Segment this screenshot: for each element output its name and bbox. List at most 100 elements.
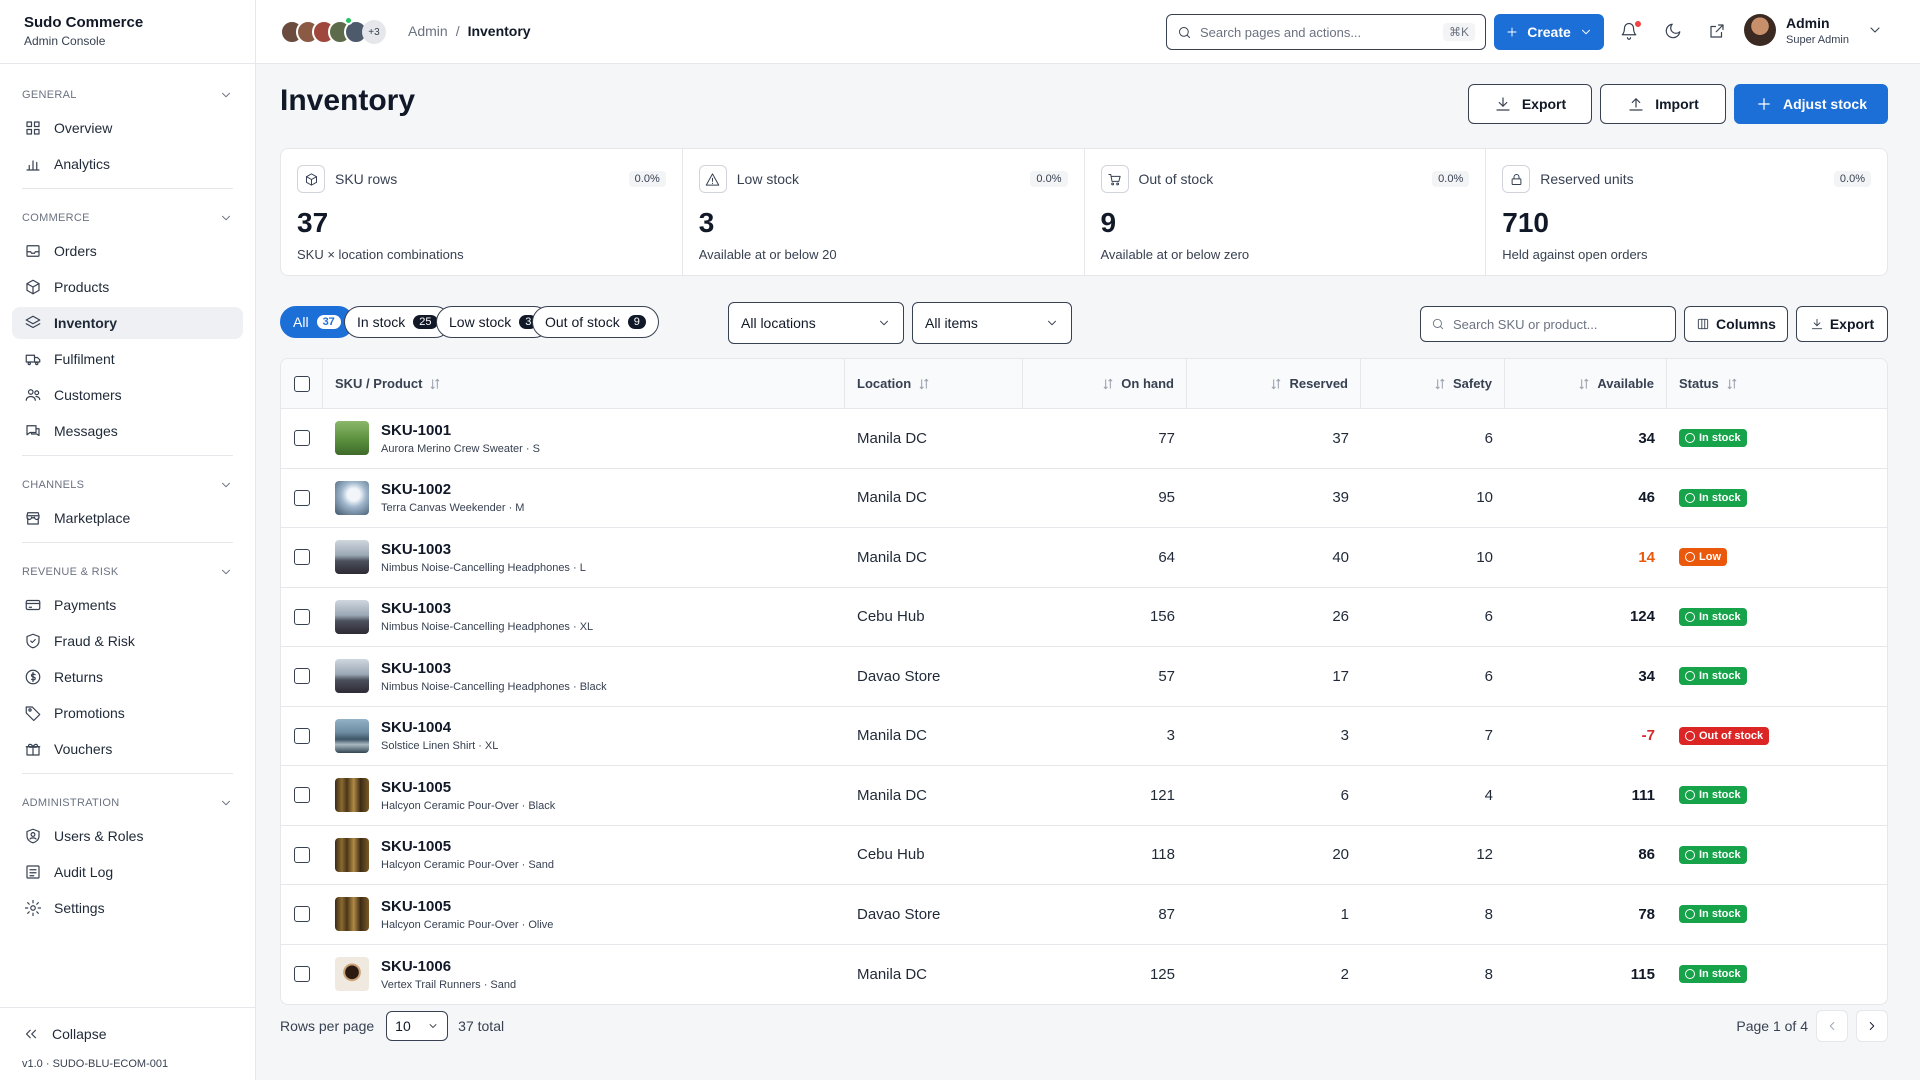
header-safety[interactable]: Safety (1361, 359, 1505, 408)
store-icon (26, 512, 40, 525)
nav-section-header[interactable]: GENERAL (12, 80, 243, 110)
sidebar-item-fraud-risk[interactable]: Fraud & Risk (12, 625, 243, 657)
sidebar-item-overview[interactable]: Overview (12, 112, 243, 144)
nav-section-header[interactable]: COMMERCE (12, 203, 243, 233)
header-on-hand[interactable]: On hand (1023, 359, 1187, 408)
moon-icon[interactable] (1664, 22, 1682, 40)
table-row[interactable]: SKU-1004 Solstice Linen Shirt · XL Manil… (281, 707, 1887, 766)
stat-label: Reserved units (1540, 171, 1634, 187)
items-select[interactable]: All items (912, 302, 1072, 344)
columns-button[interactable]: Columns (1684, 306, 1788, 342)
status-cell: Out of stock (1667, 707, 1887, 766)
row-checkbox[interactable] (294, 846, 310, 863)
row-checkbox[interactable] (294, 668, 310, 685)
filter-chip-out-of-stock[interactable]: Out of stock 9 (532, 306, 659, 338)
sku-search-input[interactable]: Search SKU or product... (1420, 306, 1676, 342)
sku-cell[interactable]: SKU-1005 Halcyon Ceramic Pour-Over · Bla… (323, 766, 845, 825)
breadcrumb-admin[interactable]: Admin (408, 23, 448, 39)
sidebar-item-payments[interactable]: Payments (12, 589, 243, 621)
sidebar-item-inventory[interactable]: Inventory (12, 307, 243, 339)
table-row[interactable]: SKU-1003 Nimbus Noise-Cancelling Headpho… (281, 588, 1887, 647)
table-row[interactable]: SKU-1005 Halcyon Ceramic Pour-Over · Bla… (281, 766, 1887, 826)
adjust-stock-button[interactable]: Adjust stock (1734, 84, 1888, 124)
filter-chip-all[interactable]: All 37 (280, 306, 354, 338)
sku-cell[interactable]: SKU-1006 Vertex Trail Runners · Sand (323, 945, 845, 1005)
rows-per-page-select[interactable]: 10 (386, 1011, 449, 1041)
sidebar-item-products[interactable]: Products (12, 271, 243, 303)
reserved-cell: 1 (1340, 905, 1349, 923)
sidebar-item-users-roles[interactable]: Users & Roles (12, 820, 243, 852)
header-status[interactable]: Status (1667, 359, 1887, 408)
row-checkbox[interactable] (294, 787, 310, 804)
sidebar-item-audit-log[interactable]: Audit Log (12, 856, 243, 888)
row-checkbox[interactable] (294, 966, 310, 983)
row-checkbox[interactable] (294, 549, 310, 566)
sku-cell[interactable]: SKU-1003 Nimbus Noise-Cancelling Headpho… (323, 647, 845, 706)
table-export-button[interactable]: Export (1796, 306, 1888, 342)
product-thumbnail (335, 718, 369, 753)
sidebar-item-marketplace[interactable]: Marketplace (12, 502, 243, 534)
row-checkbox[interactable] (294, 906, 310, 923)
row-checkbox[interactable] (294, 608, 310, 625)
product-name: Halcyon Ceramic Pour-Over · Olive (381, 918, 554, 931)
import-button[interactable]: Import (1600, 84, 1726, 124)
nav-section-header[interactable]: REVENUE & RISK (12, 557, 243, 587)
nav-section-header[interactable]: ADMINISTRATION (12, 788, 243, 818)
row-checkbox[interactable] (294, 489, 310, 506)
sidebar-item-promotions[interactable]: Promotions (12, 697, 243, 729)
nav-section-title: CHANNELS (22, 479, 85, 491)
status-cell: In stock (1667, 469, 1887, 528)
filter-chip-in-stock[interactable]: In stock 25 (344, 306, 451, 338)
sidebar-item-returns[interactable]: Returns (12, 661, 243, 693)
sidebar-item-fulfilment[interactable]: Fulfilment (12, 343, 243, 375)
page-info: Page 1 of 4 (1736, 1018, 1808, 1034)
status-badge: Low (1679, 548, 1727, 567)
location-select[interactable]: All locations (728, 302, 904, 344)
create-button[interactable]: Create (1494, 14, 1604, 50)
sidebar-item-orders[interactable]: Orders (12, 235, 243, 267)
team-avatars[interactable]: +3 (280, 20, 386, 44)
sku-cell[interactable]: SKU-1001 Aurora Merino Crew Sweater · S (323, 409, 845, 468)
sidebar-item-customers[interactable]: Customers (12, 379, 243, 411)
row-checkbox[interactable] (294, 727, 310, 744)
location-cell: Davao Store (857, 905, 941, 923)
table-row[interactable]: SKU-1003 Nimbus Noise-Cancelling Headpho… (281, 647, 1887, 707)
sidebar-item-messages[interactable]: Messages (12, 415, 243, 447)
row-checkbox[interactable] (294, 430, 310, 447)
sku-cell[interactable]: SKU-1005 Halcyon Ceramic Pour-Over · San… (323, 826, 845, 885)
prev-page-button[interactable] (1816, 1010, 1848, 1042)
sidebar-item-settings[interactable]: Settings (12, 892, 243, 924)
table-row[interactable]: SKU-1003 Nimbus Noise-Cancelling Headpho… (281, 528, 1887, 588)
status-icon (1685, 433, 1695, 444)
header-available[interactable]: Available (1505, 359, 1667, 408)
header-sku[interactable]: SKU / Product (323, 359, 845, 408)
select-all-checkbox[interactable] (293, 375, 310, 392)
nav-section-header[interactable]: CHANNELS (12, 470, 243, 500)
table-row[interactable]: SKU-1006 Vertex Trail Runners · Sand Man… (281, 945, 1887, 1005)
external-link-icon[interactable] (1708, 22, 1726, 40)
sku-cell[interactable]: SKU-1004 Solstice Linen Shirt · XL (323, 707, 845, 766)
header-reserved[interactable]: Reserved (1187, 359, 1361, 408)
next-page-button[interactable] (1856, 1010, 1888, 1042)
header-location[interactable]: Location (845, 359, 1023, 408)
avatars-more-badge[interactable]: +3 (362, 20, 386, 44)
sku-cell[interactable]: SKU-1003 Nimbus Noise-Cancelling Headpho… (323, 588, 845, 647)
stat-subtext: Available at or below 20 (698, 247, 837, 262)
sidebar-item-vouchers[interactable]: Vouchers (12, 733, 243, 765)
sku-cell[interactable]: SKU-1005 Halcyon Ceramic Pour-Over · Oli… (323, 885, 845, 944)
stat-change-badge: 0.0% (1432, 171, 1470, 187)
global-search-input[interactable]: Search pages and actions... ⌘K (1166, 14, 1486, 50)
user-menu[interactable]: Admin Super Admin (1744, 14, 1883, 46)
table-row[interactable]: SKU-1001 Aurora Merino Crew Sweater · S … (281, 409, 1887, 469)
export-button[interactable]: Export (1468, 84, 1592, 124)
table-row[interactable]: SKU-1002 Terra Canvas Weekender · M Mani… (281, 469, 1887, 528)
sidebar-item-analytics[interactable]: Analytics (12, 148, 243, 180)
table-row[interactable]: SKU-1005 Halcyon Ceramic Pour-Over · Oli… (281, 885, 1887, 945)
table-row[interactable]: SKU-1005 Halcyon Ceramic Pour-Over · San… (281, 826, 1887, 885)
sku-cell[interactable]: SKU-1003 Nimbus Noise-Cancelling Headpho… (323, 528, 845, 587)
safety-cell: 6 (1484, 608, 1493, 626)
sku-cell[interactable]: SKU-1002 Terra Canvas Weekender · M (323, 469, 845, 528)
location-select-value: All locations (741, 315, 816, 331)
location-cell: Manila DC (857, 965, 928, 983)
collapse-button[interactable]: Collapse (22, 1022, 234, 1046)
